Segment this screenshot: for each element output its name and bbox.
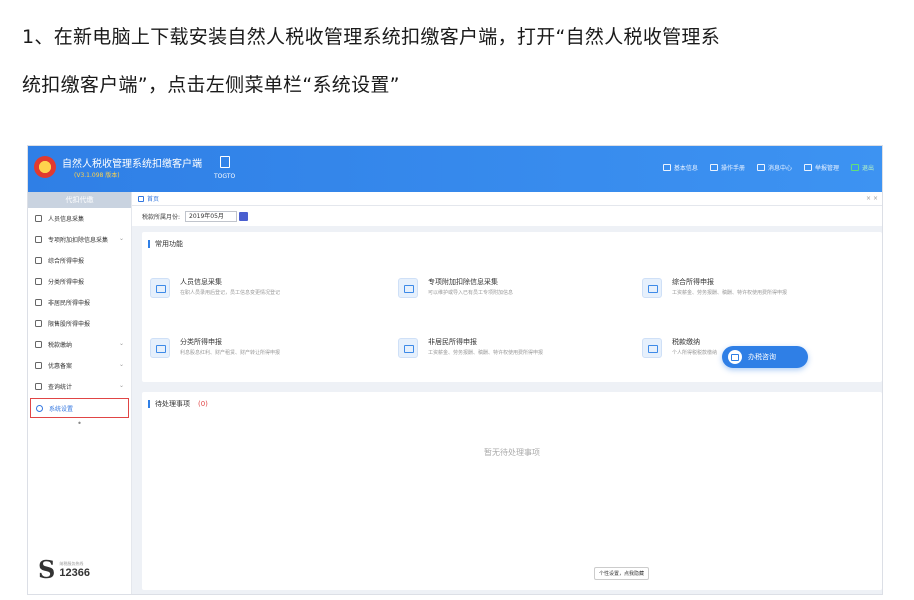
tab-bar: 首页 × × — [132, 192, 882, 206]
clock-icon — [35, 278, 42, 285]
edit-icon — [398, 338, 418, 358]
app-header: 自然人税收管理系统扣缴客户端 (V3.1.098 版本) TOGTO 基本信息 … — [28, 146, 882, 192]
func-classified[interactable]: 分类所得申报 利息股息红利、财产租赁、财产转让所得申报 — [150, 334, 380, 374]
payment-icon — [642, 338, 662, 358]
home-icon — [138, 195, 144, 202]
company-caption: TOGTO — [214, 173, 236, 180]
chevron-down-icon: ⌄ — [118, 382, 124, 389]
calendar-icon[interactable] — [239, 211, 249, 221]
nav-exit[interactable]: 退出 — [850, 163, 874, 172]
period-label: 税款所属月份: — [142, 213, 181, 221]
common-functions-panel: 常用功能 人员信息采集 在职人员录用后登记，员工信息变更情况登记 专项附加扣除信… — [142, 232, 882, 382]
wallet-icon — [35, 341, 42, 348]
settings-tooltip[interactable]: 个性设置，点我隐藏 — [594, 567, 650, 580]
period-input[interactable]: 2019年05月 — [185, 210, 238, 222]
empty-state: 暂无待处理事项 — [484, 448, 540, 457]
mail-icon — [756, 164, 765, 171]
instruction-line-2: 统扣缴客户端”，点击左侧菜单栏“系统设置” — [22, 74, 400, 96]
chevron-down-icon: ⌄ — [118, 340, 124, 347]
building-icon — [219, 156, 230, 168]
edit-icon — [150, 338, 170, 358]
info-icon — [662, 164, 671, 171]
sidebar-item-comprehensive[interactable]: 综合所得申报 — [28, 250, 131, 271]
gear-icon — [36, 404, 43, 412]
sidebar-item-special-deduction[interactable]: 专项附加扣除信息采集 ⌄ — [28, 229, 131, 250]
sidebar-header: 代扣代缴 — [28, 192, 131, 208]
sidebar-item-restricted-shares[interactable]: 限售股所得申报 — [28, 313, 131, 334]
sidebar-item-classified[interactable]: 分类所得申报 — [28, 271, 131, 292]
sidebar-divider: • — [77, 419, 82, 428]
sidebar-item-preferential[interactable]: 优惠备案 ⌄ — [28, 355, 131, 376]
pending-count: (0) — [198, 400, 208, 408]
company-switch[interactable]: TOGTO — [214, 156, 235, 180]
tax-logo-icon: S — [38, 555, 56, 584]
nav-basic-info[interactable]: 基本信息 — [662, 163, 698, 172]
nav-report[interactable]: 举报管理 — [803, 163, 839, 172]
book-icon — [709, 164, 718, 171]
list-icon — [35, 236, 42, 243]
header-nav: 基本信息 操作手册 消息中心 举报管理 退出 — [662, 163, 874, 172]
app-title: 自然人税收管理系统扣缴客户端 — [62, 159, 202, 170]
pending-panel: 待处理事项 (0) 暂无待处理事项 — [142, 392, 882, 590]
sidebar-item-query[interactable]: 查询统计 ⌄ — [28, 376, 131, 397]
func-nonresident[interactable]: 非居民所得申报 工资薪金、劳务报酬、稿酬、特许权使用费所得申报 — [398, 334, 628, 374]
app-version: (V3.1.098 版本) — [74, 172, 120, 179]
national-emblem-icon — [34, 156, 56, 178]
exit-icon — [850, 164, 859, 171]
pending-title: 待处理事项 (0) — [148, 400, 208, 408]
form-icon — [398, 278, 418, 298]
user-icon — [35, 299, 42, 306]
common-functions-title: 常用功能 — [148, 240, 183, 248]
nav-manual[interactable]: 操作手册 — [709, 163, 745, 172]
sidebar: 代扣代缴 人员信息采集 专项附加扣除信息采集 ⌄ 综合所得申报 分类所得申报 非居… — [28, 192, 132, 594]
hotline-number: 12366 — [59, 567, 90, 579]
period-row: 税款所属月份: 2019年05月 — [132, 206, 882, 226]
close-icon[interactable]: × × — [866, 195, 878, 202]
chevron-down-icon: ⌄ — [118, 361, 124, 368]
doc-icon — [35, 362, 42, 369]
id-card-icon — [150, 278, 170, 298]
func-comprehensive[interactable]: 综合所得申报 工资薪金、劳务报酬、稿酬、特许权使用费所得申报 — [642, 274, 872, 314]
chart-icon — [35, 257, 42, 264]
sidebar-item-person-info[interactable]: 人员信息采集 — [28, 208, 131, 229]
hotline-logo: S 纳税服务热线 12366 — [38, 558, 90, 582]
func-special-deduction[interactable]: 专项附加扣除信息采集 可以维护或导入已有员工专项附加信息 — [398, 274, 628, 314]
chevron-down-icon: ⌄ — [118, 235, 124, 242]
search-icon — [35, 383, 42, 390]
report-icon — [642, 278, 662, 298]
chat-icon — [728, 350, 742, 364]
nav-messages[interactable]: 消息中心 — [756, 163, 792, 172]
sidebar-item-nonresident[interactable]: 非居民所得申报 — [28, 292, 131, 313]
sidebar-item-tax-payment[interactable]: 税款缴纳 ⌄ — [28, 334, 131, 355]
func-person-info[interactable]: 人员信息采集 在职人员录用后登记，员工信息变更情况登记 — [150, 274, 380, 314]
bar-icon — [35, 320, 42, 327]
app-screenshot: 自然人税收管理系统扣缴客户端 (V3.1.098 版本) TOGTO 基本信息 … — [27, 145, 883, 595]
instruction-line-1: 1、在新电脑上下载安装自然人税收管理系统扣缴客户端，打开“自然人税收管理系 — [22, 26, 721, 48]
tax-consult-button[interactable]: 办税咨询 — [722, 346, 808, 368]
sidebar-item-system-settings[interactable]: 系统设置 — [30, 398, 129, 418]
person-icon — [35, 215, 42, 222]
report-icon — [803, 164, 812, 171]
tab-home[interactable]: 首页 — [147, 194, 159, 203]
main-content: 首页 × × 税款所属月份: 2019年05月 常用功能 人员信息采集 在职人员… — [132, 192, 882, 594]
